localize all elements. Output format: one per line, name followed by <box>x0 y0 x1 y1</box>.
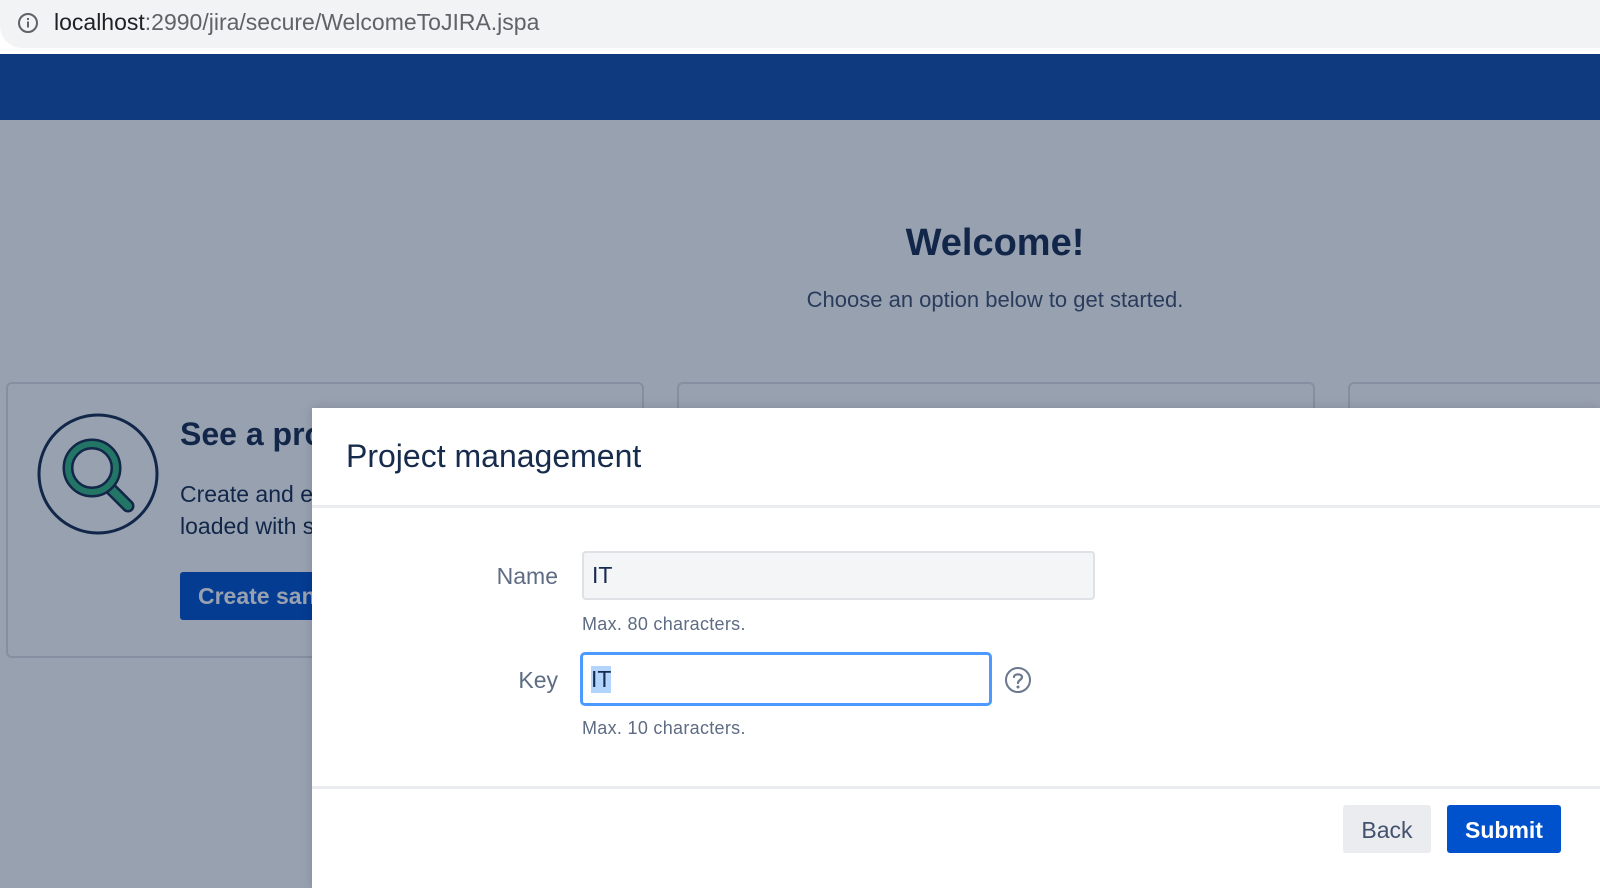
key-label: Key <box>518 667 558 693</box>
browser-address-bar[interactable]: localhost:2990/jira/secure/WelcomeToJIRA… <box>0 0 1600 48</box>
url-path: :2990/jira/secure/WelcomeToJIRA.jspa <box>144 9 540 35</box>
name-hint: Max. 80 characters. <box>582 614 746 634</box>
key-hint: Max. 10 characters. <box>582 718 746 738</box>
submit-button[interactable]: Submit <box>1447 805 1561 853</box>
url-text[interactable]: localhost:2990/jira/secure/WelcomeToJIRA… <box>54 9 539 36</box>
name-label: Name <box>496 563 558 589</box>
key-value-selected: IT <box>591 665 612 693</box>
help-icon[interactable] <box>1004 666 1032 694</box>
project-management-dialog: Project management Name Max. 80 characte… <box>312 408 1600 888</box>
url-host: localhost <box>54 9 145 35</box>
dialog-footer-divider <box>312 786 1600 789</box>
dialog-header: Project management <box>312 408 1600 508</box>
back-button[interactable]: Back <box>1343 805 1431 853</box>
dialog-title: Project management <box>346 438 642 474</box>
jira-top-nav <box>0 54 1600 120</box>
info-icon[interactable] <box>17 12 39 34</box>
project-name-input[interactable] <box>582 551 1095 600</box>
project-key-input[interactable]: IT <box>580 652 992 706</box>
